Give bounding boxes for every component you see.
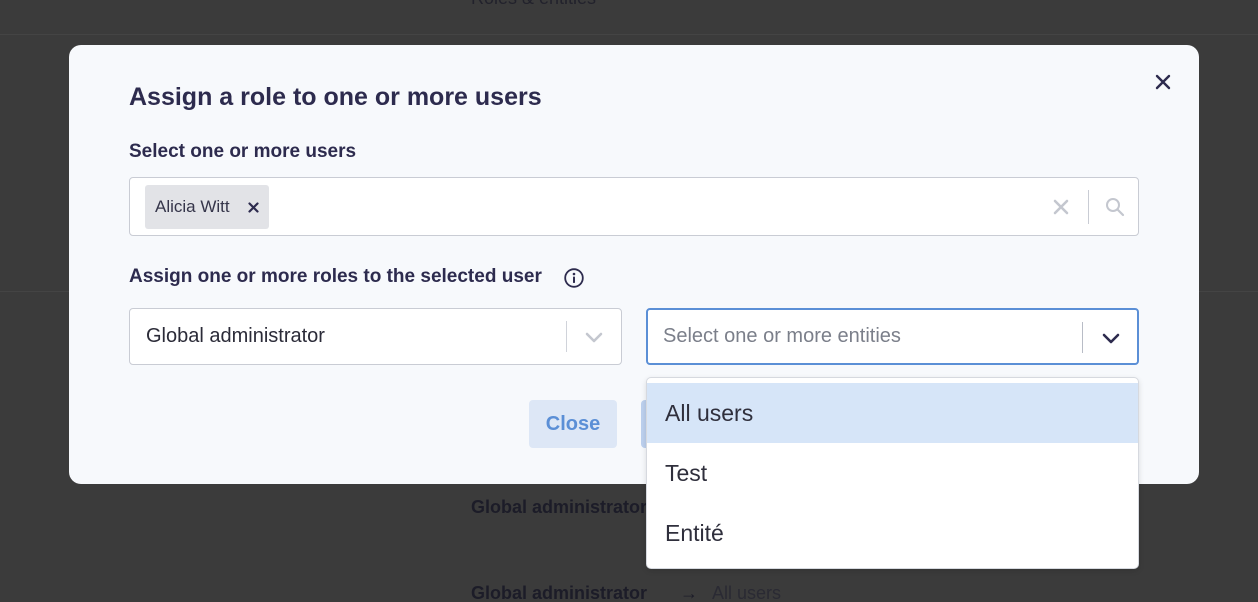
arrow-right-icon: → — [680, 583, 698, 602]
user-chip-label: Alicia Witt — [155, 197, 230, 216]
field-separator — [1088, 190, 1089, 224]
close-icon[interactable] — [1152, 71, 1174, 93]
bg-role-name: Global administrator — [471, 583, 648, 602]
bg-divider — [0, 34, 1258, 35]
select-separator — [1082, 322, 1083, 353]
close-button[interactable]: Close — [529, 400, 617, 448]
role-select-value: Global administrator — [146, 325, 325, 347]
remove-chip-icon[interactable] — [245, 199, 261, 215]
search-icon[interactable] — [1103, 195, 1127, 219]
bg-role-name: Global administrator — [471, 497, 648, 517]
dropdown-option-entite[interactable]: Entité — [647, 503, 1138, 563]
entities-select-placeholder: Select one or more entities — [663, 325, 901, 347]
select-separator — [566, 321, 567, 352]
bg-section-title: Roles & entities — [471, 0, 596, 9]
info-icon[interactable] — [563, 267, 585, 289]
entities-dropdown-menu: All users Test Entité — [646, 377, 1139, 569]
chevron-down-icon[interactable] — [583, 326, 605, 348]
role-select[interactable]: Global administrator — [129, 308, 622, 365]
entities-select[interactable]: Select one or more entities — [646, 308, 1139, 365]
roles-label: Assign one or more roles to the selected… — [129, 266, 542, 287]
users-label: Select one or more users — [129, 141, 357, 162]
users-select-field[interactable]: Alicia Witt — [129, 177, 1139, 236]
dropdown-option-all-users[interactable]: All users — [647, 383, 1138, 443]
dropdown-option-test[interactable]: Test — [647, 443, 1138, 503]
chevron-down-icon[interactable] — [1100, 327, 1122, 349]
modal-title: Assign a role to one or more users — [129, 83, 542, 111]
clear-icon[interactable] — [1050, 196, 1072, 218]
user-chip: Alicia Witt — [145, 185, 269, 229]
bg-entity-name: All users — [712, 583, 782, 602]
